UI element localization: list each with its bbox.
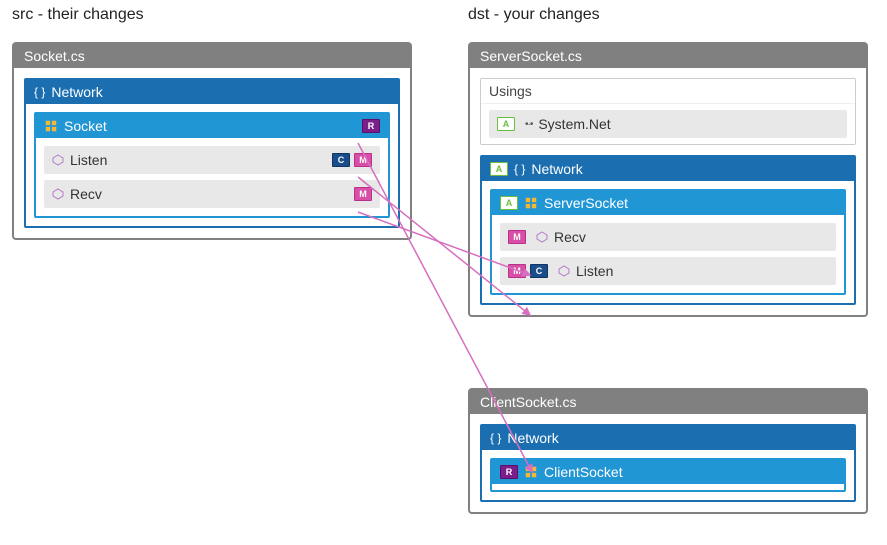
src-file-panel: Socket.cs { } Network Socket R: [12, 42, 412, 240]
namespace-icon: { }: [34, 85, 45, 99]
namespace-header: { } Network: [482, 426, 854, 450]
usings-panel: Usings A •·• System.Net: [480, 78, 856, 145]
method-icon: [558, 265, 570, 277]
class-header: R ClientSocket: [492, 460, 844, 484]
member-label: Recv: [554, 229, 828, 245]
using-name: System.Net: [538, 116, 839, 132]
namespace-header: { } Network: [26, 80, 398, 104]
method-icon: [536, 231, 548, 243]
badge-added: A: [497, 117, 515, 131]
badge-changed: C: [332, 153, 350, 167]
method-icon: [52, 154, 64, 166]
class-name: Socket: [64, 118, 107, 134]
class-header: Socket R: [36, 114, 388, 138]
member-label: Listen: [576, 263, 828, 279]
badge-moved: M: [354, 187, 372, 201]
namespace-header: A { } Network: [482, 157, 854, 181]
namespace-icon: { }: [514, 162, 525, 176]
dst-file2-panel: ClientSocket.cs { } Network R ClientSock…: [468, 388, 868, 514]
badge-renamed: R: [500, 465, 518, 479]
class-panel-clientsocket: R ClientSocket: [490, 458, 846, 492]
class-name: ClientSocket: [544, 464, 623, 480]
member-label: Recv: [70, 186, 348, 202]
class-icon: [44, 119, 58, 133]
member-listen[interactable]: Listen C M: [44, 146, 380, 174]
badge-changed: C: [530, 264, 548, 278]
namespace-name: Network: [531, 161, 582, 177]
usings-header: Usings: [481, 79, 855, 104]
class-panel-socket: Socket R Listen C M: [34, 112, 390, 218]
namespace-panel: A { } Network A ServerSocket M: [480, 155, 856, 305]
using-system-net[interactable]: A •·• System.Net: [489, 110, 847, 138]
namespace-panel: { } Network R ClientSocket: [480, 424, 856, 502]
class-name: ServerSocket: [544, 195, 628, 211]
file-title: ClientSocket.cs: [470, 390, 866, 414]
class-panel-serversocket: A ServerSocket M Recv: [490, 189, 846, 295]
member-label: Listen: [70, 152, 326, 168]
file-title: ServerSocket.cs: [470, 44, 866, 68]
namespace-icon: { }: [490, 431, 501, 445]
badge-added: A: [500, 196, 518, 210]
badge-moved: M: [354, 153, 372, 167]
dst-header: dst - your changes: [468, 6, 600, 24]
namespace-name: Network: [51, 84, 102, 100]
class-header: A ServerSocket: [492, 191, 844, 215]
method-icon: [52, 188, 64, 200]
class-icon: [524, 465, 538, 479]
badge-moved: M: [508, 230, 526, 244]
namespace-panel: { } Network Socket R Listen: [24, 78, 400, 228]
src-header: src - their changes: [12, 6, 144, 24]
class-icon: [524, 196, 538, 210]
file-title: Socket.cs: [14, 44, 410, 68]
member-listen-dst[interactable]: M C Listen: [500, 257, 836, 285]
dst-file1-panel: ServerSocket.cs Usings A •·• System.Net …: [468, 42, 868, 317]
member-recv[interactable]: Recv M: [44, 180, 380, 208]
badge-renamed: R: [362, 119, 380, 133]
namespace-name: Network: [507, 430, 558, 446]
member-recv-dst[interactable]: M Recv: [500, 223, 836, 251]
badge-moved: M: [508, 264, 526, 278]
using-icon: •·•: [525, 119, 532, 130]
badge-added: A: [490, 162, 508, 176]
